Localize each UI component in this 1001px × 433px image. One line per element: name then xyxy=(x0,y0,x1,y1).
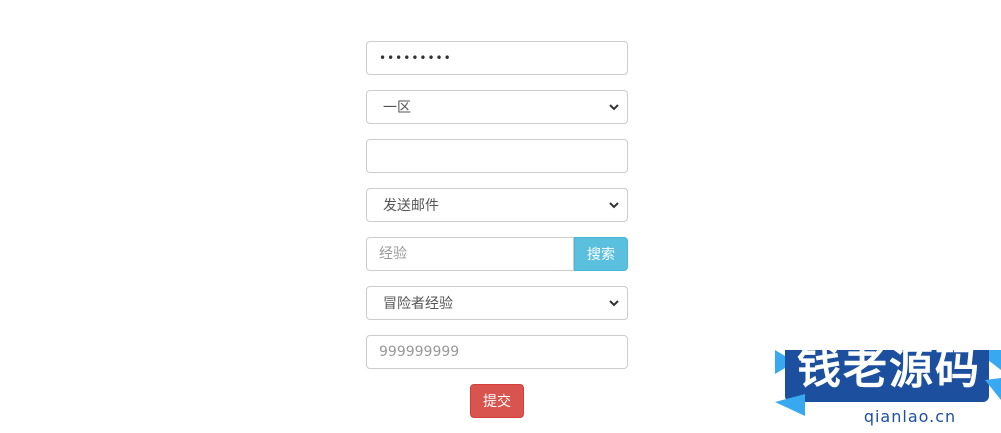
district-select[interactable]: 一区 xyxy=(366,90,628,124)
number-field-wrap xyxy=(366,335,628,369)
submit-button[interactable]: 提交 xyxy=(470,384,524,418)
category-select[interactable]: 冒险者经验 xyxy=(366,286,628,320)
password-field[interactable] xyxy=(366,41,628,75)
text-input[interactable] xyxy=(366,139,628,173)
search-input[interactable] xyxy=(366,237,574,271)
edit-form: 一区 发送邮件 搜索 冒险者经验 xyxy=(366,41,628,384)
action-select-wrap: 发送邮件 xyxy=(366,188,628,222)
category-select-wrap: 冒险者经验 xyxy=(366,286,628,320)
action-select-value: 发送邮件 xyxy=(383,198,439,214)
chevron-down-icon xyxy=(607,296,621,310)
chevron-down-icon xyxy=(607,198,621,212)
district-select-wrap: 一区 xyxy=(366,90,628,124)
category-select-value: 冒险者经验 xyxy=(383,296,453,312)
watermark-domain: qianlao.cn xyxy=(863,407,957,426)
chevron-down-icon xyxy=(607,100,621,114)
action-select[interactable]: 发送邮件 xyxy=(366,188,628,222)
password-field-wrap xyxy=(366,41,628,75)
search-button[interactable]: 搜索 xyxy=(574,237,628,271)
watermark-logo: 钱老源码 qianlao.cn xyxy=(775,325,1001,433)
empty-field-wrap xyxy=(366,139,628,173)
amount-input[interactable] xyxy=(366,335,628,369)
watermark-title: 钱老源码 xyxy=(797,343,981,394)
submit-row: 提交 xyxy=(470,384,524,418)
page: 一区 发送邮件 搜索 冒险者经验 xyxy=(0,0,1001,433)
district-select-value: 一区 xyxy=(383,100,411,116)
search-group-wrap: 搜索 xyxy=(366,237,628,271)
search-group: 搜索 xyxy=(366,237,628,271)
